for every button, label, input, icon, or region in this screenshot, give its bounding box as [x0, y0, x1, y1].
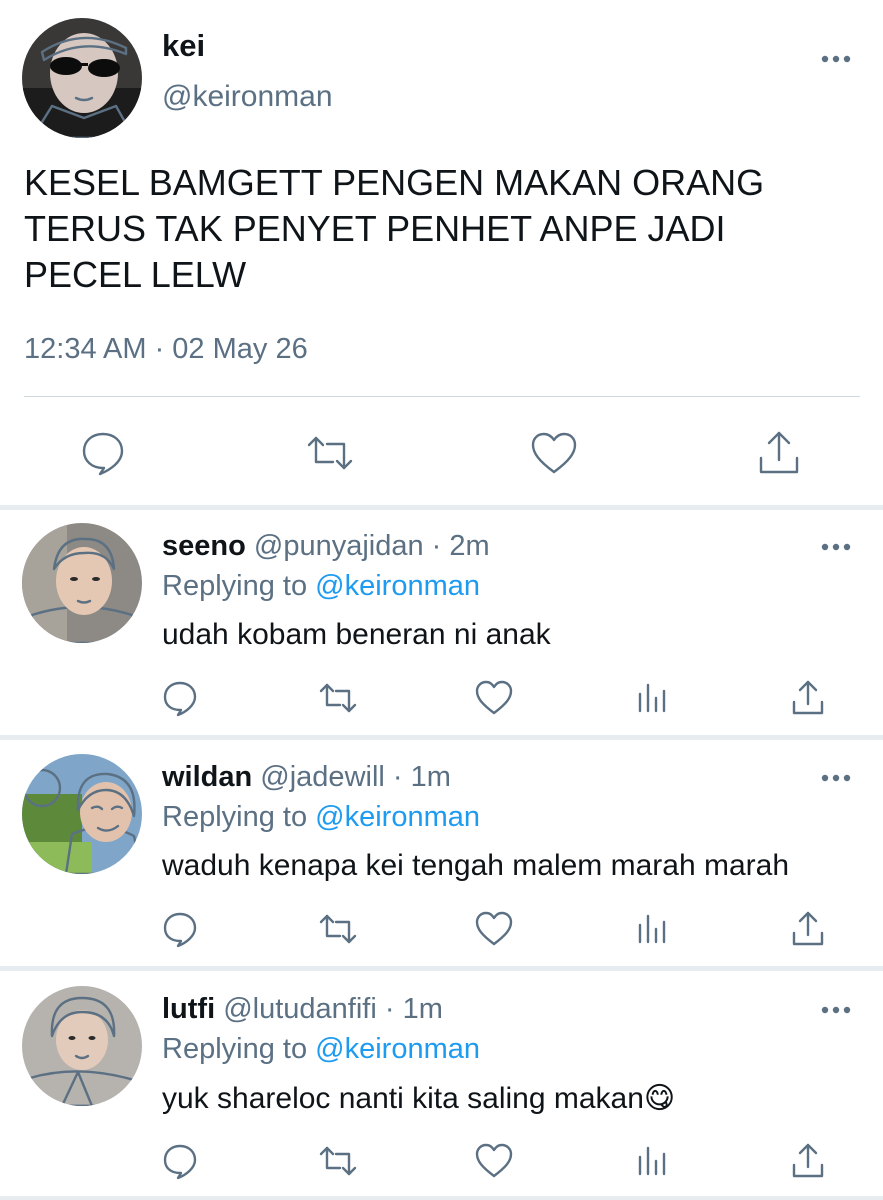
replying-to-label: Replying to	[162, 570, 308, 602]
tweet-separator	[0, 966, 883, 971]
reply-tweet[interactable]: lutfi @lutudanfifi · 1m Replying to @kei…	[0, 973, 883, 1198]
avatar-photo	[22, 754, 142, 874]
reply-header: seeno @punyajidan · 2m	[162, 530, 490, 563]
tweet-text-line: KESEL BAMGETT PENGEN MAKAN ORANG	[24, 162, 765, 203]
replying-to-link[interactable]: @keironman	[315, 1033, 480, 1065]
more-options-icon[interactable]	[818, 44, 854, 74]
reply-actions	[0, 1141, 883, 1181]
like-icon[interactable]	[474, 678, 514, 718]
more-options-icon[interactable]	[818, 995, 854, 1025]
avatar[interactable]	[22, 523, 142, 643]
reply-text-content: udah kobam beneran ni anak	[162, 618, 551, 651]
reply-actions	[0, 909, 883, 949]
replying-to-label: Replying to	[162, 801, 308, 833]
replying-to: Replying to @keironman	[162, 1033, 480, 1066]
retweet-icon[interactable]	[318, 1141, 358, 1181]
avatar[interactable]	[22, 754, 142, 874]
retweet-icon[interactable]	[318, 909, 358, 949]
reply-actions	[0, 678, 883, 718]
avatar[interactable]	[22, 986, 142, 1106]
share-icon[interactable]	[788, 909, 828, 949]
more-options-icon[interactable]	[818, 532, 854, 562]
share-icon[interactable]	[788, 678, 828, 718]
user-handle[interactable]: @keironman	[162, 80, 333, 114]
reply-text: waduh kenapa kei tengah malem marah mara…	[162, 849, 789, 883]
handle-time[interactable]: @punyajidan · 2m	[254, 530, 490, 562]
reply-header: wildan @jadewill · 1m	[162, 761, 451, 794]
replying-to-link[interactable]: @keironman	[315, 570, 480, 602]
reply-text: yuk shareloc nanti kita saling makan😋	[162, 1081, 675, 1116]
tweet-text: KESEL BAMGETT PENGEN MAKAN ORANG TERUS T…	[24, 160, 854, 298]
reply-text-content: waduh kenapa kei tengah malem marah mara…	[162, 849, 790, 882]
display-name[interactable]: wildan	[162, 761, 252, 793]
reply-tweet[interactable]: seeno @punyajidan · 2m Replying to @keir…	[0, 510, 883, 735]
tweet-text-line: TERUS TAK PENYET PENHET ANPE JADI	[24, 208, 726, 249]
replying-to: Replying to @keironman	[162, 801, 480, 834]
like-icon[interactable]	[529, 428, 579, 478]
avatar-photo	[22, 986, 142, 1106]
tweet-separator	[0, 735, 883, 740]
reply-text: udah kobam beneran ni anak	[162, 618, 551, 652]
retweet-icon[interactable]	[318, 678, 358, 718]
reply-icon[interactable]	[78, 428, 128, 478]
handle-time[interactable]: @jadewill · 1m	[260, 761, 451, 793]
reply-icon[interactable]	[160, 678, 200, 718]
analytics-icon[interactable]	[631, 909, 671, 949]
tweet-separator	[0, 1196, 883, 1200]
like-icon[interactable]	[474, 909, 514, 949]
display-name[interactable]: kei	[162, 28, 205, 64]
retweet-icon[interactable]	[305, 428, 355, 478]
main-tweet: kei @keironman KESEL BAMGETT PENGEN MAKA…	[0, 0, 883, 505]
display-name[interactable]: lutfi	[162, 993, 215, 1025]
reply-icon[interactable]	[160, 1141, 200, 1181]
display-name[interactable]: seeno	[162, 530, 246, 562]
analytics-icon[interactable]	[631, 1141, 671, 1181]
reply-text-content: yuk shareloc nanti kita saling makan	[162, 1082, 644, 1115]
share-icon[interactable]	[754, 428, 804, 478]
more-options-icon[interactable]	[818, 763, 854, 793]
tweet-actions	[0, 428, 883, 478]
replying-to: Replying to @keironman	[162, 570, 480, 603]
emoji: 😋	[643, 1082, 676, 1115]
divider	[24, 396, 860, 397]
avatar-photo	[22, 523, 142, 643]
handle-time[interactable]: @lutudanfifi · 1m	[223, 993, 443, 1025]
reply-header: lutfi @lutudanfifi · 1m	[162, 993, 443, 1026]
reply-icon[interactable]	[160, 909, 200, 949]
like-icon[interactable]	[474, 1141, 514, 1181]
avatar-photo	[22, 18, 142, 138]
avatar[interactable]	[22, 18, 142, 138]
replying-to-link[interactable]: @keironman	[315, 801, 480, 833]
tweet-timestamp[interactable]: 12:34 AM · 02 May 26	[24, 333, 308, 366]
reply-tweet[interactable]: wildan @jadewill · 1m Replying to @keiro…	[0, 741, 883, 966]
share-icon[interactable]	[788, 1141, 828, 1181]
replying-to-label: Replying to	[162, 1033, 308, 1065]
tweet-text-line: PECEL LELW	[24, 254, 247, 295]
analytics-icon[interactable]	[631, 678, 671, 718]
